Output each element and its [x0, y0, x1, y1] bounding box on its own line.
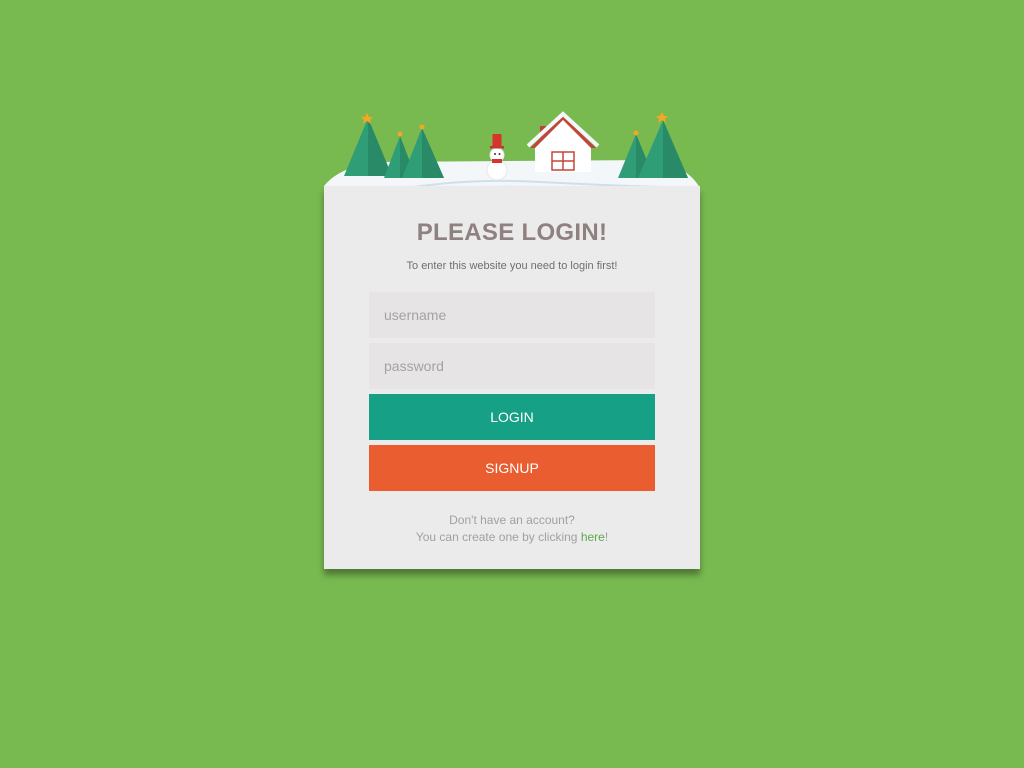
login-card: PLEASE LOGIN! To enter this website you … — [324, 186, 700, 569]
footer-line-2-text: You can create one by clicking — [415, 530, 581, 544]
christmas-tree-icon — [638, 112, 688, 178]
signup-link[interactable]: here — [581, 530, 605, 544]
login-subtitle: To enter this website you need to login … — [406, 260, 618, 272]
footer-line-1: Don't have an account? — [449, 513, 575, 527]
username-input[interactable] — [369, 292, 655, 338]
signup-hint: Don't have an account? You can create on… — [324, 512, 700, 546]
footer-line-2-suffix: ! — [604, 530, 609, 544]
login-button[interactable]: LOGIN — [369, 394, 655, 440]
winter-scene — [324, 111, 700, 198]
snowman-icon — [486, 134, 508, 181]
password-input[interactable] — [369, 343, 655, 389]
christmas-tree-icon — [402, 124, 444, 178]
footer-line-2: You can create one by clicking here! — [324, 529, 700, 546]
signup-button[interactable]: SIGNUP — [369, 445, 655, 491]
christmas-tree-icon — [344, 113, 392, 176]
house-icon — [526, 111, 600, 172]
page-title: PLEASE LOGIN! — [416, 219, 608, 246]
